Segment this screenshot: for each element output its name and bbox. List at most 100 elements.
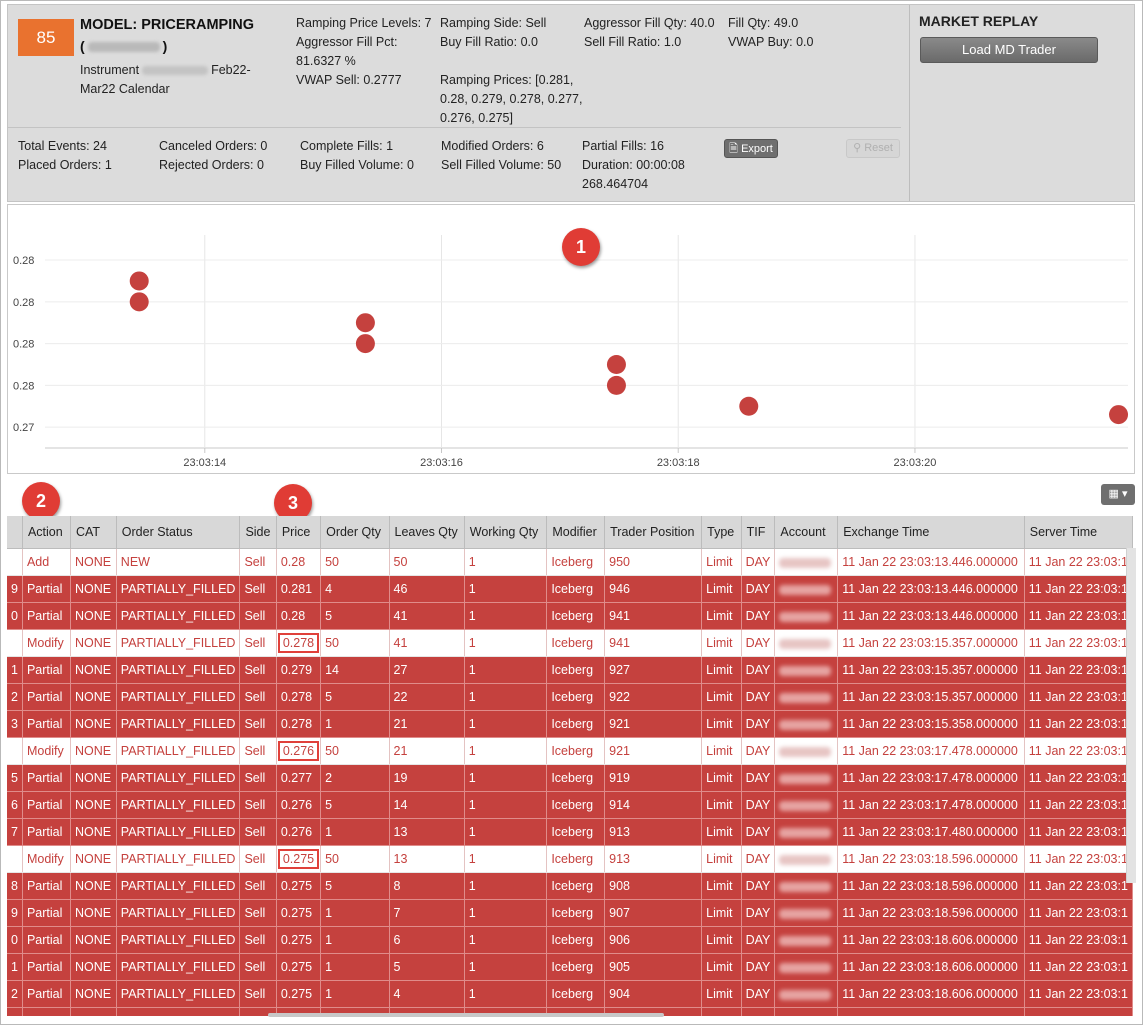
vertical-scrollbar[interactable] <box>1126 548 1136 883</box>
export-button[interactable]: 🗎 Export <box>724 139 778 158</box>
cell-working: 1 <box>464 602 548 630</box>
cell-cat: NONE <box>70 818 117 846</box>
cell-action: Partial <box>22 575 72 603</box>
column-header[interactable]: Action <box>22 516 72 549</box>
cell-cat: NONE <box>70 710 117 738</box>
cell-cat: NONE <box>70 737 117 765</box>
horizontal-scrollbar[interactable] <box>268 1013 664 1017</box>
cell-type: Limit <box>701 737 742 765</box>
column-header[interactable]: Account <box>774 516 839 549</box>
column-header[interactable]: Working Qty <box>464 516 548 549</box>
cell-idx: 1 <box>7 656 23 684</box>
instrument-prefix: Instrument <box>80 63 140 77</box>
table-row[interactable]: 1 Partial NONE PARTIALLY_FILLED Sell 0.279 14 2… <box>7 656 1133 684</box>
redacted-name <box>87 42 160 53</box>
complete-fills: Complete Fills: 1 <box>300 139 394 153</box>
cell-status: PARTIALLY_FILLED <box>116 629 241 657</box>
cell-account-redacted <box>774 629 839 657</box>
model-summary-panel: 85 MODEL: PRICERAMPING () Instrument Feb2… <box>7 4 1135 202</box>
table-row[interactable]: 6 Partial NONE PARTIALLY_FILLED Sell 0.276 5 14… <box>7 791 1133 819</box>
table-row[interactable]: 5 Partial NONE PARTIALLY_FILLED Sell 0.277 2 19… <box>7 764 1133 792</box>
cell-order-qty: 1 <box>320 926 390 954</box>
column-header[interactable]: Order Status <box>116 516 241 549</box>
partial-fills: Partial Fills: 16 <box>582 139 664 153</box>
cell-account-redacted <box>774 710 839 738</box>
market-replay-title: MARKET REPLAY <box>919 13 1039 29</box>
cell-modifier: Iceberg <box>546 926 606 954</box>
cell-leaves: 13 <box>389 845 465 873</box>
table-row[interactable]: 1 Partial NONE PARTIALLY_FILLED Sell 0.275 1 5 1… <box>7 953 1133 981</box>
column-header[interactable] <box>7 516 23 549</box>
column-header[interactable]: CAT <box>70 516 117 549</box>
cell-working: 1 <box>464 710 548 738</box>
cell-action: Partial <box>22 953 72 981</box>
cell-type: Limit <box>701 818 742 846</box>
cell-order-qty: 1 <box>320 899 390 927</box>
cell-action: Partial <box>22 764 72 792</box>
data-point <box>129 271 149 291</box>
redacted-account <box>779 881 832 892</box>
redacted-account <box>779 827 832 838</box>
table-row[interactable]: 0 Partial NONE PARTIALLY_FILLED Sell 0.28 5 41 1… <box>7 602 1133 630</box>
table-row[interactable]: Add NONE NEW Sell 0.28 50 50 1 Iceberg 950 Limit DA… <box>7 548 1133 576</box>
data-point <box>129 292 149 312</box>
cell-idx: 9 <box>7 575 23 603</box>
cell-price: 0.28 <box>276 548 322 576</box>
column-header[interactable]: Order Qty <box>320 516 390 549</box>
table-row[interactable]: 9 Partial NONE PARTIALLY_FILLED Sell 0.281 4 46… <box>7 575 1133 603</box>
cell-status: PARTIALLY_FILLED <box>116 953 241 981</box>
cell-tif: DAY <box>741 845 776 873</box>
column-header[interactable]: TIF <box>741 516 776 549</box>
cell-order-qty: 50 <box>320 737 390 765</box>
aggressor-fill-pct: Aggressor Fill Pct: 81.6327 % <box>296 35 398 68</box>
cell-idx <box>7 737 23 765</box>
reset-button[interactable]: ⚲ Reset <box>846 139 900 158</box>
cell-status: PARTIALLY_FILLED <box>116 791 241 819</box>
column-header[interactable]: Exchange Time <box>837 516 1025 549</box>
cell-side: Sell <box>239 656 277 684</box>
cell-account-redacted <box>774 737 839 765</box>
cell-server-time: 11 Jan 22 23:03:1 <box>1024 764 1133 792</box>
cell-cat: NONE <box>70 953 117 981</box>
cell-action <box>22 1007 72 1016</box>
column-chooser-button[interactable]: ▦ ▾ <box>1101 484 1135 505</box>
table-row[interactable]: 7 Partial NONE PARTIALLY_FILLED Sell 0.276 1 13… <box>7 818 1133 846</box>
order-events-table-wrap: Action CAT Order Status Side Price Order Qty L… <box>7 516 1133 1016</box>
cell-order-qty: 5 <box>320 791 390 819</box>
cell-status: PARTIALLY_FILLED <box>116 710 241 738</box>
cell-position: 950 <box>604 548 703 576</box>
highlighted-price: 0.278 <box>277 633 320 653</box>
y-tick-label: 0.27 <box>13 422 34 434</box>
table-row[interactable]: 2 Partial NONE PARTIALLY_FILLED Sell 0.275 1 4 1… <box>7 980 1133 1008</box>
column-header[interactable]: Server Time <box>1024 516 1133 549</box>
cell-idx: 5 <box>7 764 23 792</box>
table-row[interactable]: 3 Partial NONE PARTIALLY_FILLED Sell 0.278 1 21… <box>7 710 1133 738</box>
table-row[interactable]: Modify NONE PARTIALLY_FILLED Sell 0.275 50 13 1… <box>7 845 1133 873</box>
cell-server-time: 11 Jan 22 23:03:1 <box>1024 845 1133 873</box>
column-header[interactable]: Type <box>701 516 742 549</box>
column-header[interactable]: Modifier <box>546 516 606 549</box>
cell-type: Limit <box>701 656 742 684</box>
redacted-account <box>779 719 832 730</box>
table-row[interactable]: Modify NONE PARTIALLY_FILLED Sell 0.278 50 41 1… <box>7 629 1133 657</box>
table-row[interactable]: 8 Partial NONE PARTIALLY_FILLED Sell 0.275 5 8 1… <box>7 872 1133 900</box>
callout-1: 1 <box>562 228 600 266</box>
column-header[interactable]: Price <box>276 516 322 549</box>
table-row[interactable]: Modify NONE PARTIALLY_FILLED Sell 0.276 50 21 1… <box>7 737 1133 765</box>
column-header[interactable]: Leaves Qty <box>389 516 465 549</box>
column-header[interactable]: Side <box>239 516 277 549</box>
column-header[interactable]: Trader Position <box>604 516 703 549</box>
load-md-trader-button[interactable]: Load MD Trader <box>920 37 1098 63</box>
cell-working: 1 <box>464 548 548 576</box>
duration: Duration: 00:00:08 268.464704 <box>582 158 685 191</box>
cell-server-time: 11 Jan 22 23:03:1 <box>1024 872 1133 900</box>
table-row[interactable]: 9 Partial NONE PARTIALLY_FILLED Sell 0.275 1 7 1… <box>7 899 1133 927</box>
cell-status: NEW <box>116 548 241 576</box>
table-row[interactable]: 2 Partial NONE PARTIALLY_FILLED Sell 0.278 5 22… <box>7 683 1133 711</box>
cell-status: PARTIALLY_FILLED <box>116 818 241 846</box>
table-row[interactable]: 0 Partial NONE PARTIALLY_FILLED Sell 0.275 1 6 1… <box>7 926 1133 954</box>
cell-leaves: 7 <box>389 899 465 927</box>
cell-status: PARTIALLY_FILLED <box>116 872 241 900</box>
cell-leaves: 27 <box>389 656 465 684</box>
header-divider <box>8 127 901 128</box>
